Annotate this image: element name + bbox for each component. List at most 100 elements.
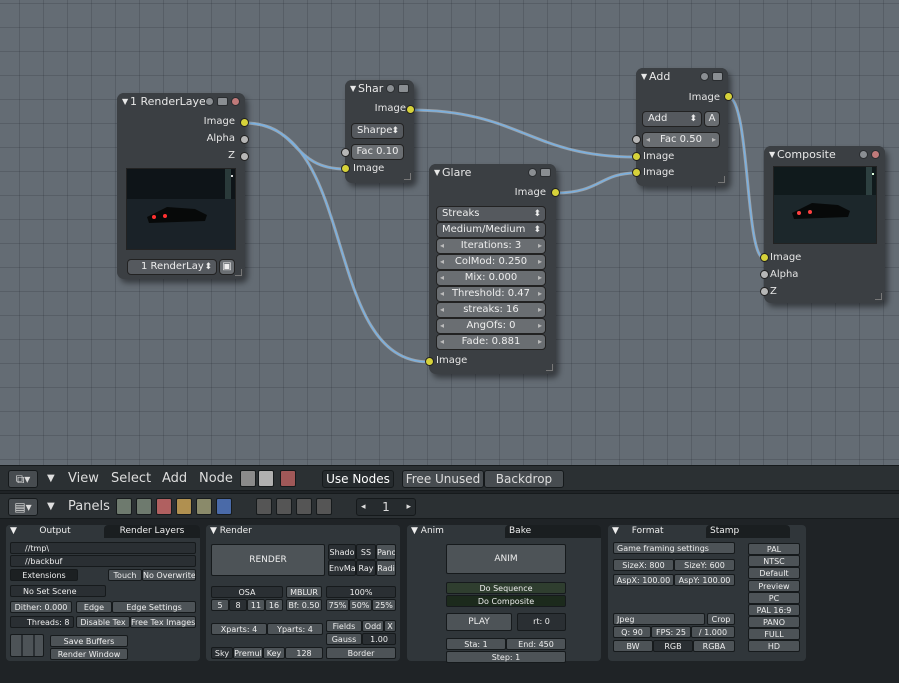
anim-button[interactable]: ANIM [446,544,566,574]
scene-context-icon[interactable] [216,498,232,515]
tab-render[interactable]: ▼ Render [206,525,400,538]
fields-toggle[interactable]: Fields [326,620,362,632]
glare-colmod-field[interactable]: ColMod: 0.250 [436,254,546,270]
border-toggle[interactable]: Border [326,647,396,659]
do-composite-toggle[interactable]: Do Composite [446,595,566,607]
bw-toggle[interactable]: BW [613,640,653,652]
osa-5[interactable]: 5 [211,599,229,611]
sizey-field[interactable]: SizeY: 600 [674,559,735,571]
script-context-icon[interactable] [136,498,152,515]
glare-iterations-field[interactable]: Iterations: 3 [436,238,546,254]
bits-select[interactable]: 128 [285,647,323,659]
xparts-field[interactable]: Xparts: 4 [211,623,267,635]
socket-composite-z[interactable] [760,287,769,296]
extensions-toggle[interactable]: Extensions [10,569,78,581]
logic-context-icon[interactable] [116,498,132,515]
frame-field[interactable]: ◂ 1 ▸ [356,498,416,516]
step-field[interactable]: Step: 1 [446,651,566,663]
socket-glare-image-in[interactable] [425,357,434,366]
preview-toggle-icon[interactable] [205,97,214,106]
osa-16[interactable]: 16 [265,599,283,611]
render-layer-select[interactable]: 1 RenderLay [127,259,217,275]
hide-sockets-icon[interactable] [712,72,723,81]
x-toggle[interactable]: X [384,620,396,632]
osa-toggle[interactable]: OSA [211,586,283,598]
pano-toggle[interactable]: Pano [376,544,396,560]
socket-glare-image-out[interactable] [551,188,560,197]
preset-default[interactable]: Default [748,567,800,579]
shading-context-icon[interactable] [156,498,172,515]
size-50[interactable]: 50% [349,599,372,611]
editor-type-button[interactable]: ▤▾ [8,498,38,516]
editor-type-button[interactable]: ⧉▾ [8,470,38,488]
node-editor[interactable]: ▼ 1 RenderLaye Image Alpha Z 1 RenderLay … [0,0,899,465]
add-fac-field[interactable]: Fac 0.50 [642,132,720,148]
add-mode-select[interactable]: Add [642,111,702,127]
layout-grid-icon[interactable] [10,634,44,657]
output-path-field[interactable]: //tmp\ [10,542,196,554]
glare-mix-field[interactable]: Mix: 0.000 [436,270,546,286]
socket-sharpen-fac[interactable] [341,148,350,157]
node-add[interactable]: ▼Add Image Add A Fac 0.50 Image Image [636,68,728,186]
preset-hd[interactable]: HD [748,640,800,652]
aspy-field[interactable]: AspY: 100.00 [674,574,735,586]
rt-field[interactable]: rt: 0 [517,613,566,631]
size-25[interactable]: 25% [372,599,396,611]
gauss-select[interactable]: Gauss [326,633,362,645]
menu-add[interactable]: Add [162,470,187,488]
socket-add-image-out[interactable] [724,92,733,101]
node-sharpen[interactable]: ▼Shar Image Sharpe Fac 0.10 Image [345,80,414,183]
size-75[interactable]: 75% [326,599,349,611]
preview-toggle-icon[interactable] [528,168,537,177]
node-header[interactable]: ▼ Add [636,68,728,86]
texture-nodes-icon[interactable] [280,470,296,487]
panels-menu[interactable]: Panels [68,498,110,516]
fps-base-field[interactable]: / 1.000 [691,626,735,638]
sizex-field[interactable]: SizeX: 800 [613,559,674,571]
dither-field[interactable]: Dither: 0.000 [10,601,72,613]
bf-field[interactable]: Bf: 0.50 [286,599,322,611]
osa-8[interactable]: 8 [229,599,247,611]
crop-toggle[interactable]: Crop [707,613,735,625]
tab-anim[interactable]: ▼ Anim [407,525,505,538]
tab-bake[interactable]: Bake [505,525,601,538]
node-composite[interactable]: ▼ Composite Image Alpha Z [764,146,885,303]
socket-composite-image[interactable] [760,253,769,262]
node-render-layers[interactable]: ▼ 1 RenderLaye Image Alpha Z 1 RenderLay … [117,93,245,279]
preview-toggle-icon[interactable] [859,150,868,159]
free-tex-images-toggle[interactable]: Free Tex Images [130,616,196,628]
ray-toggle[interactable]: Ray [356,560,376,576]
socket-composite-alpha[interactable] [760,270,769,279]
file-format-select[interactable]: Jpeg [613,613,705,625]
composite-nodes-icon[interactable] [258,470,274,487]
tab-render-layers[interactable]: Render Layers [104,525,200,538]
hide-sockets-icon[interactable] [217,97,228,106]
material-nodes-icon[interactable] [240,470,256,487]
glare-angofs-field[interactable]: AngOfs: 0 [436,318,546,334]
socket-add-image1[interactable] [632,152,641,161]
preset-pano[interactable]: PANO [748,616,800,628]
backbuf-path-field[interactable]: //backbuf [10,555,196,567]
socket-sharpen-image-out[interactable] [406,105,415,114]
preset-preview[interactable]: Preview [748,580,800,592]
render-buttons-icon[interactable] [256,498,272,515]
menu-view[interactable]: View [68,470,99,488]
premul-toggle[interactable]: Premul [233,647,263,659]
node-header[interactable]: ▼ Glare [429,164,556,182]
mblur-toggle[interactable]: MBLUR [286,586,322,598]
render-window-select[interactable]: Render Window [50,648,128,660]
preset-pal169[interactable]: PAL 16:9 [748,604,800,616]
glare-quality-select[interactable]: Medium/Medium [436,222,546,238]
edge-settings-button[interactable]: Edge Settings [112,601,196,613]
anim-buttons-icon[interactable] [276,498,292,515]
envmap-toggle[interactable]: EnvMa [328,560,356,576]
hide-sockets-icon[interactable] [540,168,551,177]
preview-toggle-icon[interactable] [700,72,709,81]
preview-toggle-icon[interactable] [386,84,395,93]
preset-pal[interactable]: PAL [748,543,800,555]
tab-output[interactable]: ▼ Output [6,525,104,538]
game-buttons-icon[interactable] [296,498,312,515]
node-header[interactable]: ▼ Composite [764,146,885,164]
preset-full[interactable]: FULL [748,628,800,640]
end-frame-field[interactable]: End: 450 [506,638,566,650]
